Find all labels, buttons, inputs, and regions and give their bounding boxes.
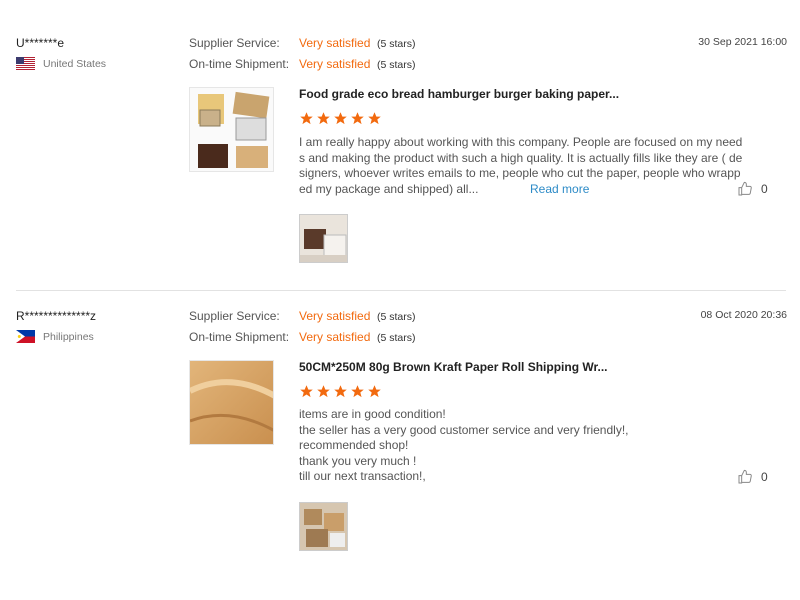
product-title-link[interactable]: 50CM*250M 80g Brown Kraft Paper Roll Shi… xyxy=(299,360,608,374)
us-flag-icon xyxy=(16,57,35,70)
like-button[interactable]: 0 xyxy=(737,181,768,197)
review-text-line: signers, whoever writes emails to me, pe… xyxy=(299,166,741,180)
read-more-link[interactable]: Read more xyxy=(530,182,589,196)
like-count: 0 xyxy=(761,470,768,484)
star-icon xyxy=(351,112,364,125)
star-icon xyxy=(300,112,313,125)
like-button[interactable]: 0 xyxy=(737,469,768,485)
star-icon xyxy=(334,385,347,398)
shipment-value: Very satisfied xyxy=(299,57,371,71)
star-icon xyxy=(368,385,381,398)
star-icon xyxy=(317,385,330,398)
shipment-label: On-time Shipment: xyxy=(189,57,290,71)
supplier-service-label: Supplier Service: xyxy=(189,309,280,323)
supplier-service-label: Supplier Service: xyxy=(189,36,280,50)
review-date: 08 Oct 2020 20:36 xyxy=(700,309,787,321)
product-thumbnail[interactable] xyxy=(189,360,274,445)
like-count: 0 xyxy=(761,182,768,196)
product-thumbnail[interactable] xyxy=(189,87,274,172)
shipment-stars: (5 stars) xyxy=(377,59,416,71)
review-text-line: items are in good condition! xyxy=(299,407,446,421)
supplier-service-stars: (5 stars) xyxy=(377,311,416,323)
shipment-value: Very satisfied xyxy=(299,330,371,344)
reviewer-name: R**************z xyxy=(16,309,97,323)
product-title-link[interactable]: Food grade eco bread hamburger burger ba… xyxy=(299,87,619,101)
reviewer-country: United States xyxy=(16,57,106,70)
star-icon xyxy=(317,112,330,125)
thumbs-up-icon xyxy=(738,469,752,484)
review-date: 30 Sep 2021 16:00 xyxy=(698,36,787,48)
rating-stars xyxy=(299,384,382,402)
ph-flag-icon xyxy=(16,330,35,343)
shipment-stars: (5 stars) xyxy=(377,332,416,344)
review-text-line: thank you very much ! xyxy=(299,453,417,468)
reviewer-name: U*******e xyxy=(16,36,65,50)
review-text-line: ed my package and shipped) all... xyxy=(299,181,479,196)
review-text: I am really happy about working with thi… xyxy=(299,135,743,197)
rating-stars xyxy=(299,111,382,129)
reviewer-country: Philippines xyxy=(16,330,94,343)
supplier-service-value: Very satisfied xyxy=(299,36,371,50)
review-photo[interactable] xyxy=(299,502,348,551)
review-text-line: I am really happy about working with thi… xyxy=(299,135,743,149)
star-icon xyxy=(334,112,347,125)
supplier-service-value: Very satisfied xyxy=(299,309,371,323)
star-icon xyxy=(300,385,313,398)
review-text-line: the seller has a very good customer serv… xyxy=(299,422,629,437)
review-card: R**************z Philippines Supplier Se… xyxy=(0,291,800,600)
review-text-line: till our next transaction!, xyxy=(299,469,426,483)
shipment-label: On-time Shipment: xyxy=(189,330,290,344)
star-icon xyxy=(368,112,381,125)
thumbs-up-icon xyxy=(738,181,752,196)
review-text-line: s and making the product with such a hig… xyxy=(299,150,743,165)
country-name: United States xyxy=(43,57,107,70)
review-card: U*******e United States Supplier Service… xyxy=(0,0,800,290)
supplier-service-stars: (5 stars) xyxy=(377,38,416,50)
star-icon xyxy=(351,385,364,398)
review-photo[interactable] xyxy=(299,214,348,263)
review-text: items are in good condition! the seller … xyxy=(299,407,743,485)
review-text-line: recommended shop! xyxy=(299,438,409,452)
country-name: Philippines xyxy=(43,330,94,343)
